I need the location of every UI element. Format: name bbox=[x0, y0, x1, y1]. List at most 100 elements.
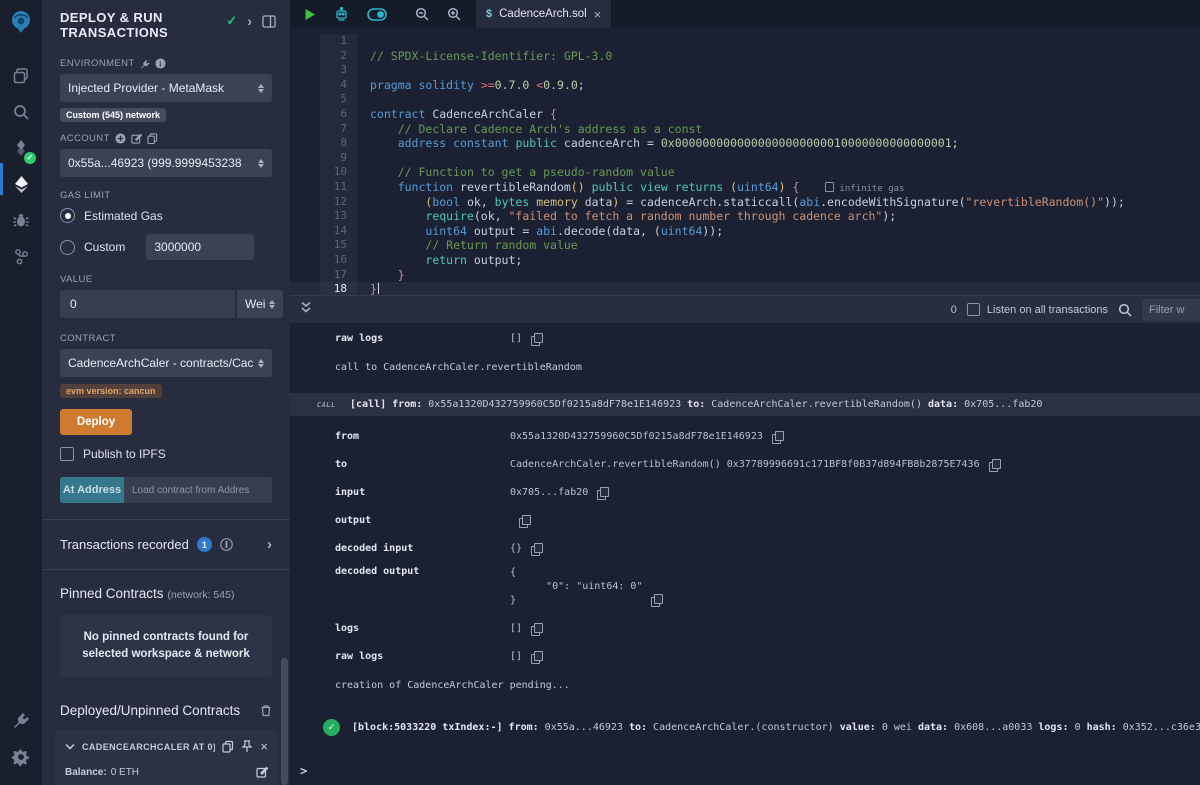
code-line-5[interactable]: 5 bbox=[290, 92, 1200, 107]
at-address-input[interactable] bbox=[124, 477, 272, 503]
copy-icon[interactable] bbox=[531, 623, 542, 635]
line-content: } bbox=[357, 282, 1200, 295]
code-line-10[interactable]: 10 // Function to get a pseudo-random va… bbox=[290, 165, 1200, 180]
line-number: 6 bbox=[320, 107, 357, 122]
copy-icon[interactable] bbox=[597, 487, 608, 499]
editor-toolbar: $ CadenceArch.sol × bbox=[290, 0, 1200, 28]
transactions-info-icon[interactable]: i bbox=[220, 538, 233, 551]
sidebar-item-deploy-run[interactable] bbox=[0, 166, 42, 202]
line-number: 18 bbox=[320, 282, 357, 295]
toggle-on-icon bbox=[367, 8, 387, 21]
terminal-filter-input[interactable] bbox=[1142, 299, 1200, 321]
add-account-icon[interactable] bbox=[115, 133, 126, 144]
copy-icon[interactable] bbox=[531, 543, 542, 555]
code-line-4[interactable]: 4pragma solidity >=0.7.0 <0.9.0; bbox=[290, 78, 1200, 93]
line-content bbox=[357, 92, 1200, 107]
gas-estimate-annotation: infinite gas bbox=[825, 184, 904, 194]
code-line-17[interactable]: 17 } bbox=[290, 268, 1200, 283]
balance-label: Balance: bbox=[65, 767, 107, 778]
copy-contract-icon[interactable] bbox=[222, 740, 234, 753]
close-contract-icon[interactable]: × bbox=[260, 739, 268, 754]
sign-message-icon[interactable] bbox=[131, 133, 142, 144]
code-line-12[interactable]: 12 (bool ok, bytes memory data) = cadenc… bbox=[290, 195, 1200, 210]
sidebar-item-solidity-compiler[interactable]: ✓ bbox=[0, 130, 42, 166]
run-script-button[interactable] bbox=[290, 8, 325, 21]
tab-cadencearch-sol[interactable]: $ CadenceArch.sol × bbox=[476, 0, 611, 28]
sidebar-item-plugin-manager[interactable] bbox=[0, 703, 42, 739]
code-line-6[interactable]: 6contract CadenceArchCaler { bbox=[290, 107, 1200, 122]
estimated-gas-radio[interactable] bbox=[60, 208, 75, 223]
custom-gas-radio[interactable] bbox=[60, 240, 75, 255]
sidebar-item-git[interactable] bbox=[0, 238, 42, 274]
edit-balance-icon[interactable] bbox=[256, 766, 268, 778]
code-line-13[interactable]: 13 require(ok, "failed to fetch a random… bbox=[290, 209, 1200, 224]
sidebar-item-settings[interactable] bbox=[0, 739, 42, 775]
code-editor[interactable]: 12// SPDX-License-Identifier: GPL-3.034p… bbox=[290, 28, 1200, 295]
code-line-15[interactable]: 15 // Return random value bbox=[290, 238, 1200, 253]
svg-text:i: i bbox=[159, 59, 161, 68]
ai-assistant-button[interactable] bbox=[325, 7, 358, 22]
code-line-2[interactable]: 2// SPDX-License-Identifier: GPL-3.0 bbox=[290, 49, 1200, 64]
chevron-updown-icon bbox=[269, 300, 275, 309]
compile-success-badge: ✓ bbox=[24, 152, 36, 164]
code-line-9[interactable]: 9 bbox=[290, 151, 1200, 166]
pin-panel-icon[interactable] bbox=[262, 15, 276, 28]
copy-icon[interactable] bbox=[772, 431, 783, 443]
terminal-row-output: output bbox=[290, 513, 1200, 528]
zoom-in-button[interactable] bbox=[438, 7, 470, 21]
copy-icon[interactable] bbox=[651, 594, 662, 606]
code-line-18[interactable]: 18} bbox=[290, 282, 1200, 295]
value-input[interactable] bbox=[60, 290, 235, 318]
terminal-search-icon[interactable] bbox=[1118, 303, 1132, 317]
sidebar-item-search[interactable] bbox=[0, 94, 42, 130]
env-info-icon[interactable]: i bbox=[155, 58, 166, 69]
custom-gas-input[interactable] bbox=[146, 234, 254, 260]
sidebar-item-file-explorer[interactable] bbox=[0, 58, 42, 94]
pinned-network-subtitle: (network: 545) bbox=[167, 589, 234, 601]
transactions-expand-icon[interactable]: › bbox=[267, 536, 272, 553]
line-number: 16 bbox=[320, 253, 357, 268]
remix-logo[interactable] bbox=[0, 0, 42, 44]
publish-ipfs-label: Publish to IPFS bbox=[83, 447, 166, 461]
copy-icon[interactable] bbox=[519, 515, 530, 527]
tab-close-icon[interactable]: × bbox=[594, 7, 602, 22]
copy-icon[interactable] bbox=[531, 333, 542, 345]
terminal-row-decoded-output: decoded output{ "0": "uint64: 0" } bbox=[290, 566, 1200, 608]
code-line-3[interactable]: 3 bbox=[290, 63, 1200, 78]
publish-ipfs-checkbox[interactable] bbox=[60, 447, 74, 461]
copy-icon[interactable] bbox=[531, 651, 542, 663]
code-line-11[interactable]: 11 function revertibleRandom() public vi… bbox=[290, 180, 1200, 195]
deploy-run-icon bbox=[12, 175, 31, 194]
account-select[interactable]: 0x55a...46923 (999.9999453238 bbox=[60, 149, 272, 177]
terminal-prompt[interactable]: > bbox=[300, 764, 307, 778]
page-title: DEPLOY & RUNTRANSACTIONS bbox=[60, 10, 168, 40]
copilot-toggle[interactable] bbox=[358, 8, 396, 21]
chevron-updown-icon bbox=[258, 159, 264, 168]
clear-deployed-trash-icon[interactable] bbox=[260, 704, 272, 717]
code-line-16[interactable]: 16 return output; bbox=[290, 253, 1200, 268]
zoom-out-button[interactable] bbox=[406, 7, 438, 21]
copy-icon[interactable] bbox=[989, 459, 1000, 471]
code-line-1[interactable]: 1 bbox=[290, 34, 1200, 49]
estimated-gas-label: Estimated Gas bbox=[84, 209, 163, 223]
code-line-8[interactable]: 8 address constant public cadenceArch = … bbox=[290, 136, 1200, 151]
code-line-7[interactable]: 7 // Declare Cadence Arch's address as a… bbox=[290, 122, 1200, 137]
panel-scrollbar[interactable] bbox=[281, 658, 288, 785]
contract-select[interactable]: CadenceArchCaler - contracts/Cac bbox=[60, 349, 272, 377]
line-number: 14 bbox=[320, 224, 357, 239]
at-address-button[interactable]: At Address bbox=[60, 477, 124, 503]
value-unit-select[interactable]: Wei bbox=[237, 290, 283, 318]
deploy-button[interactable]: Deploy bbox=[60, 409, 132, 435]
environment-select[interactable]: Injected Provider - MetaMask bbox=[60, 74, 272, 102]
copy-account-icon[interactable] bbox=[147, 133, 158, 144]
terminal-expand-button[interactable] bbox=[290, 301, 322, 319]
chevron-down-icon[interactable] bbox=[65, 743, 75, 750]
code-line-14[interactable]: 14 uint64 output = abi.decode(data, (uin… bbox=[290, 224, 1200, 239]
listen-all-checkbox[interactable] bbox=[967, 303, 980, 316]
panel-expand-icon[interactable]: › bbox=[247, 16, 252, 26]
pin-contract-icon[interactable] bbox=[241, 740, 253, 753]
sidebar-item-debugger[interactable] bbox=[0, 202, 42, 238]
terminal-row-input: input0x705...fab20 bbox=[290, 485, 1200, 500]
line-content: // Declare Cadence Arch's address as a c… bbox=[357, 122, 1200, 137]
terminal-output[interactable]: raw logs[]call to CadenceArchCaler.rever… bbox=[290, 323, 1200, 785]
